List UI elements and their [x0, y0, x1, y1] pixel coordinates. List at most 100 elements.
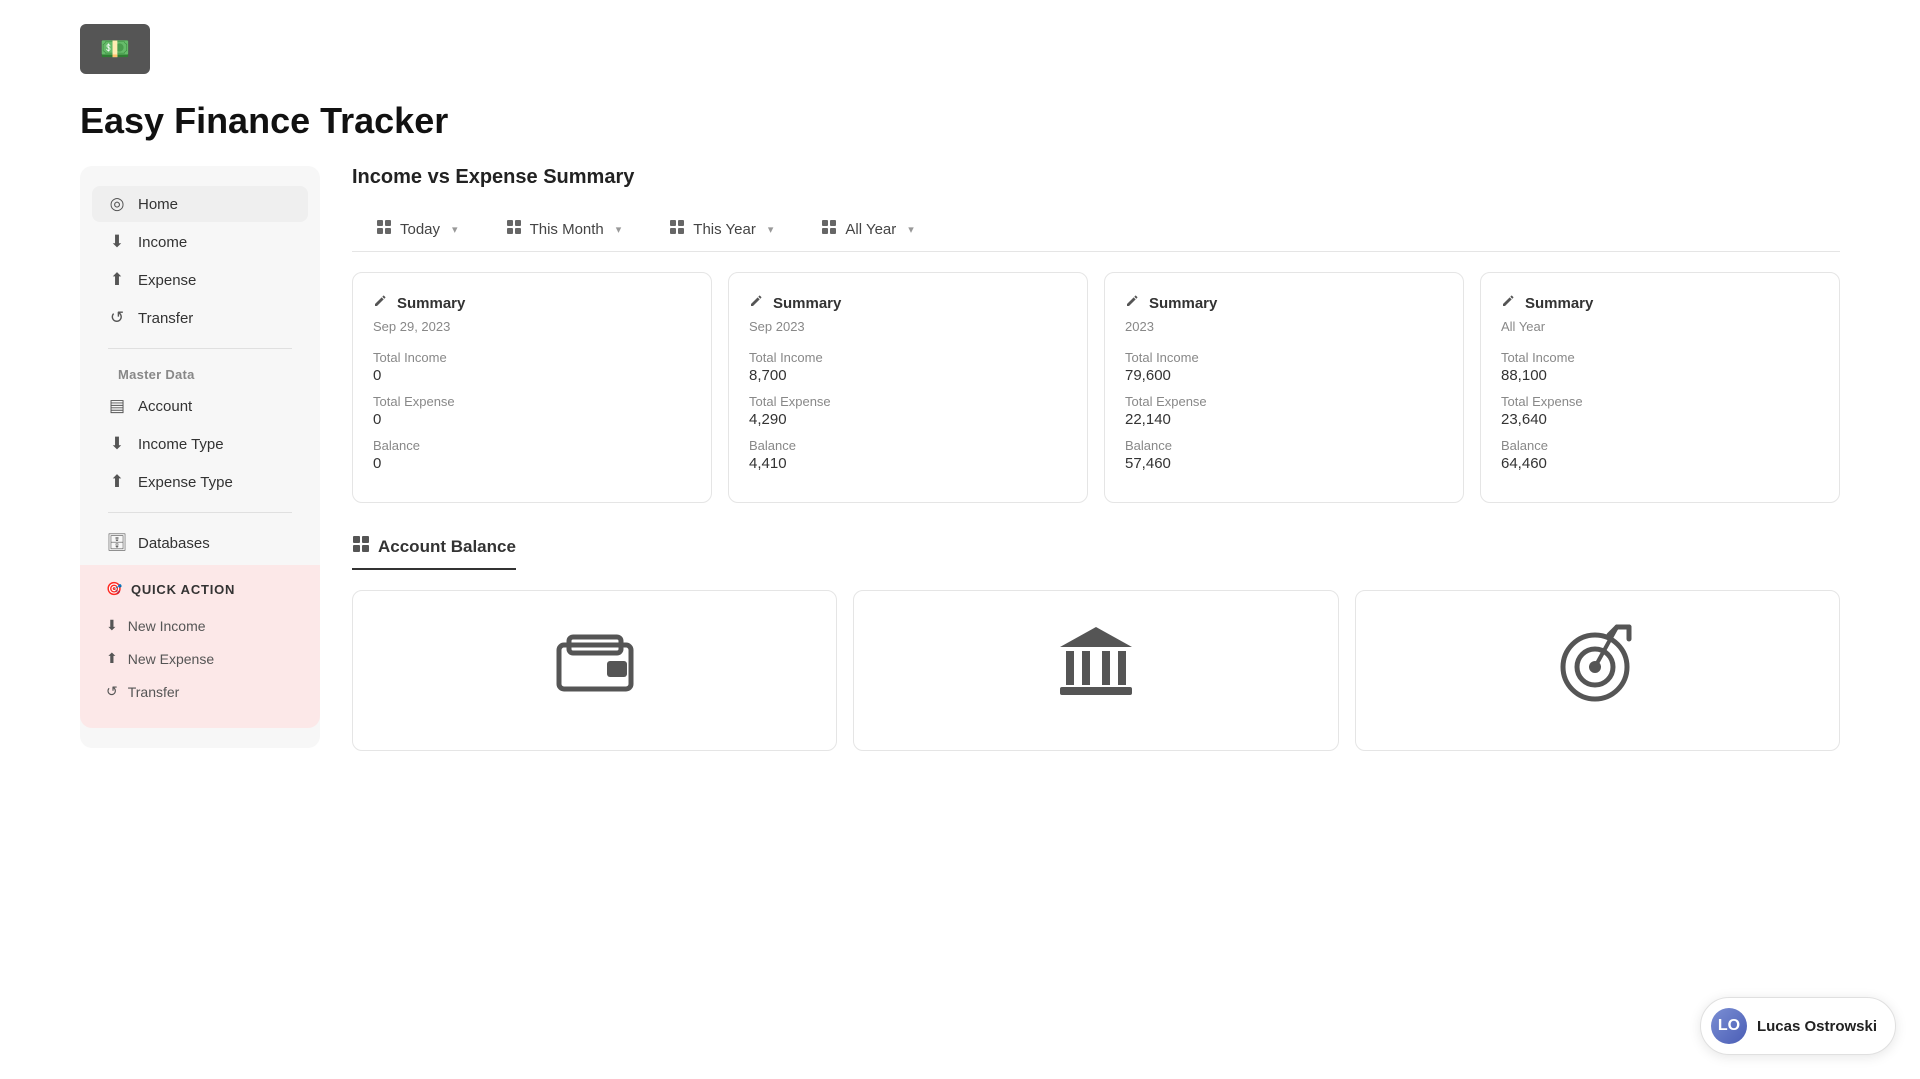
quick-action-section: 🎯 QUICK ACTION ⬇ New Income ⬆ New Expens…: [80, 565, 320, 728]
main-content: Income vs Expense Summary Today ▾ This M…: [352, 166, 1840, 1079]
tab-this-year-chevron: ▾: [768, 223, 774, 236]
tab-this-month-label: This Month: [530, 221, 604, 238]
balance-card-wallet: [352, 590, 837, 751]
summary-tabs: Today ▾ This Month ▾ This Year ▾: [352, 209, 1840, 252]
card-all-year-icon: [1501, 293, 1517, 313]
new-income-button[interactable]: ⬇ New Income: [92, 609, 308, 642]
tab-all-year[interactable]: All Year ▾: [797, 209, 937, 252]
card-today-balance-label: Balance: [373, 438, 691, 453]
card-this-month-expense-value: 4,290: [749, 411, 1067, 428]
tab-today[interactable]: Today ▾: [352, 209, 482, 252]
wallet-icon: [555, 633, 635, 708]
card-today-expense-value: 0: [373, 411, 691, 428]
logo-area: 💵: [0, 0, 1920, 84]
new-transfer-label: Transfer: [128, 684, 180, 700]
user-name: Lucas Ostrowski: [1757, 1018, 1877, 1035]
sidebar-label-account: Account: [138, 398, 192, 415]
sidebar-divider-1: [108, 348, 292, 349]
card-this-month-header: Summary: [749, 293, 1067, 313]
target-icon: [1557, 623, 1637, 718]
account-balance-section: Account Balance: [352, 535, 1840, 751]
sidebar-label-transfer: Transfer: [138, 310, 193, 327]
sidebar-label-home: Home: [138, 196, 178, 213]
user-badge[interactable]: LO Lucas Ostrowski: [1700, 997, 1896, 1055]
card-this-year-expense-label: Total Expense: [1125, 394, 1443, 409]
app-logo: 💵: [80, 24, 150, 74]
sidebar-item-income-type[interactable]: ⬇ Income Type: [92, 426, 308, 462]
sidebar-item-expense[interactable]: ⬆ Expense: [92, 262, 308, 298]
sidebar-label-expense-type: Expense Type: [138, 474, 233, 491]
master-data-title: Master Data: [92, 361, 308, 388]
card-today-income-value: 0: [373, 367, 691, 384]
summary-card-today: Summary Sep 29, 2023 Total Income 0 Tota…: [352, 272, 712, 503]
sidebar-item-expense-type[interactable]: ⬆ Expense Type: [92, 464, 308, 500]
avatar: LO: [1711, 1008, 1747, 1044]
tab-this-month-chevron: ▾: [616, 223, 622, 236]
card-today-icon: [373, 293, 389, 313]
card-this-month-balance-label: Balance: [749, 438, 1067, 453]
balance-cards: [352, 590, 1840, 751]
card-today-balance-value: 0: [373, 455, 691, 472]
summary-section-title: Income vs Expense Summary: [352, 166, 1840, 189]
new-transfer-button[interactable]: ↺ Transfer: [92, 675, 308, 708]
card-this-month-icon: [749, 293, 765, 313]
main-layout: ◎ Home ⬇ Income ⬆ Expense ↺ Transfer Mas…: [0, 166, 1920, 1079]
tab-today-chevron: ▾: [452, 223, 458, 236]
sidebar-divider-2: [108, 512, 292, 513]
tab-today-icon: [376, 219, 392, 240]
databases-icon: 🗄: [106, 533, 128, 553]
card-this-year-icon: [1125, 293, 1141, 313]
summary-card-this-month: Summary Sep 2023 Total Income 8,700 Tota…: [728, 272, 1088, 503]
card-this-month-balance-value: 4,410: [749, 455, 1067, 472]
new-expense-button[interactable]: ⬆ New Expense: [92, 642, 308, 675]
account-icon: ▤: [106, 396, 128, 416]
page-title: Easy Finance Tracker: [0, 84, 1920, 166]
sidebar-item-transfer[interactable]: ↺ Transfer: [92, 300, 308, 336]
account-balance-icon: [352, 535, 370, 558]
new-income-label: New Income: [128, 618, 206, 634]
card-today-income-label: Total Income: [373, 350, 691, 365]
tab-this-month[interactable]: This Month ▾: [482, 209, 646, 252]
transfer-icon: ↺: [106, 308, 128, 328]
card-this-month-header-label: Summary: [773, 295, 841, 312]
sidebar-item-databases[interactable]: 🗄 Databases: [92, 525, 308, 561]
card-this-month-income-value: 8,700: [749, 367, 1067, 384]
home-icon: ◎: [106, 194, 128, 214]
card-today-header: Summary: [373, 293, 691, 313]
card-all-year-income-label: Total Income: [1501, 350, 1819, 365]
app-container: 💵 Easy Finance Tracker ◎ Home ⬇ Income ⬆…: [0, 0, 1920, 1079]
sidebar-label-income: Income: [138, 234, 187, 251]
card-this-year-balance-label: Balance: [1125, 438, 1443, 453]
sidebar-label-databases: Databases: [138, 535, 210, 552]
card-this-month-expense-label: Total Expense: [749, 394, 1067, 409]
summary-card-this-year: Summary 2023 Total Income 79,600 Total E…: [1104, 272, 1464, 503]
tab-today-label: Today: [400, 221, 440, 238]
card-this-month-income-label: Total Income: [749, 350, 1067, 365]
card-all-year-balance-label: Balance: [1501, 438, 1819, 453]
card-today-date: Sep 29, 2023: [373, 319, 691, 334]
sidebar-label-expense: Expense: [138, 272, 196, 289]
card-this-year-income-label: Total Income: [1125, 350, 1443, 365]
sidebar: ◎ Home ⬇ Income ⬆ Expense ↺ Transfer Mas…: [80, 166, 320, 748]
sidebar-item-home[interactable]: ◎ Home: [92, 186, 308, 222]
tab-all-year-chevron: ▾: [908, 223, 914, 236]
balance-card-bank: [853, 590, 1338, 751]
expense-type-icon: ⬆: [106, 472, 128, 492]
tab-all-year-icon: [821, 219, 837, 240]
sidebar-nav: ◎ Home ⬇ Income ⬆ Expense ↺ Transfer Mas…: [80, 186, 320, 561]
sidebar-item-account[interactable]: ▤ Account: [92, 388, 308, 424]
tab-this-year[interactable]: This Year ▾: [645, 209, 797, 252]
bank-icon: [1056, 623, 1136, 718]
card-today-header-label: Summary: [397, 295, 465, 312]
sidebar-label-income-type: Income Type: [138, 436, 224, 453]
card-this-year-balance-value: 57,460: [1125, 455, 1443, 472]
card-this-year-header: Summary: [1125, 293, 1443, 313]
logo-icon: 💵: [100, 35, 130, 64]
income-type-icon: ⬇: [106, 434, 128, 454]
sidebar-item-income[interactable]: ⬇ Income: [92, 224, 308, 260]
quick-action-title: 🎯 QUICK ACTION: [92, 581, 308, 609]
new-transfer-icon: ↺: [106, 683, 118, 700]
income-icon: ⬇: [106, 232, 128, 252]
card-this-year-header-label: Summary: [1149, 295, 1217, 312]
card-all-year-header-label: Summary: [1525, 295, 1593, 312]
